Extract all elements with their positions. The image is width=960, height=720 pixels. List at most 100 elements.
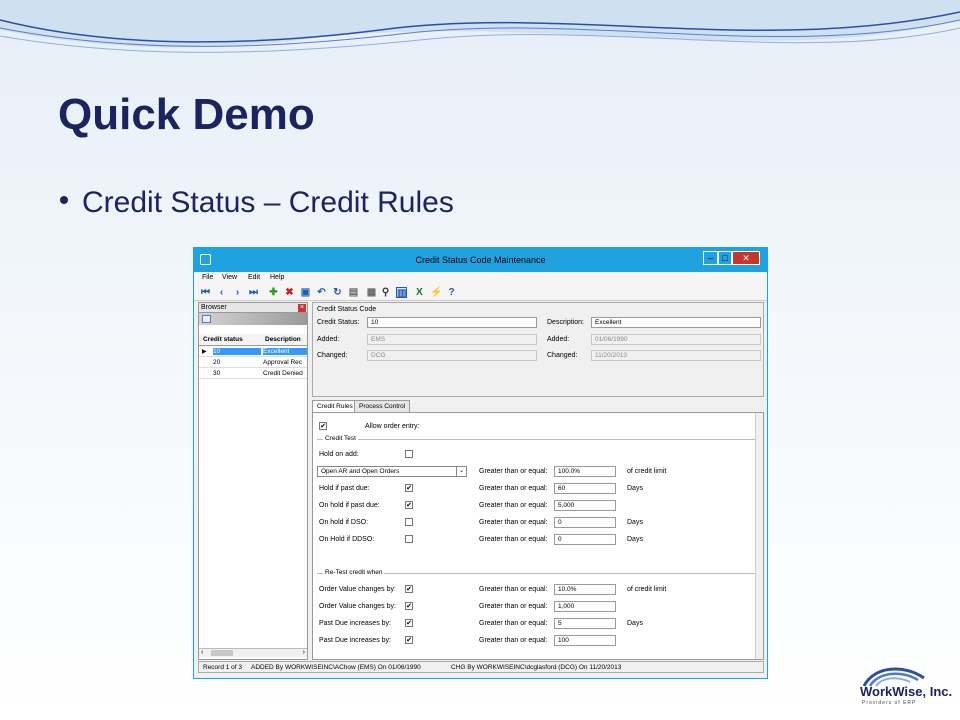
col-description[interactable]: Description	[265, 336, 301, 343]
changed-by-field: DCG	[367, 350, 537, 361]
prev-record-icon[interactable]: ‹	[216, 287, 227, 298]
changed-date-field: 11/20/2013	[591, 350, 761, 361]
added-label: Added:	[317, 336, 340, 343]
past-due-days-field[interactable]: 60	[554, 483, 616, 494]
col-credit-status[interactable]: Credit status	[203, 336, 243, 343]
gte-label: Greater than or equal:	[479, 637, 548, 644]
credit-basis-dropdown[interactable]: Open AR and Open Orders ⌄	[317, 466, 467, 477]
gte-label: Greater than or equal:	[479, 586, 548, 593]
hold-if-past-due-label: Hold if past due:	[319, 485, 370, 492]
help-icon[interactable]: ?	[446, 287, 457, 298]
scroll-thumb[interactable]	[211, 650, 233, 656]
retest-past-due-amt-field[interactable]: 100	[554, 635, 616, 646]
next-record-icon[interactable]: ›	[232, 287, 243, 298]
on-hold-if-past-due-label: On hold if past due:	[319, 502, 380, 509]
add-icon[interactable]: ✚	[268, 287, 279, 298]
credit-status-field[interactable]: 10	[367, 317, 537, 328]
retest-past-due-days-label: Past Due increases by:	[319, 620, 391, 627]
on-hold-if-dso-checkbox[interactable]	[405, 518, 413, 526]
close-button[interactable]: ✕	[732, 251, 760, 265]
on-hold-if-ddso-checkbox[interactable]	[405, 535, 413, 543]
save-icon[interactable]: ▣	[300, 287, 311, 298]
status-changed: CHG By WORKWISEINC\dcglasford (DCG) On 1…	[451, 664, 622, 671]
browser-title: Browser	[201, 304, 227, 311]
menu-file[interactable]: File	[202, 274, 213, 281]
description-field[interactable]: Excellent	[591, 317, 761, 328]
hold-if-past-due-checkbox[interactable]: ✔	[405, 484, 413, 492]
retest-order-value-amt-checkbox[interactable]: ✔	[405, 602, 413, 610]
browser-pane: Browser × Credit status Description ▶ 10…	[198, 302, 308, 660]
maximize-button[interactable]: □	[718, 251, 732, 265]
added-date-field: 01/06/1990	[591, 334, 761, 345]
changed-date-label: Changed:	[547, 352, 578, 359]
last-record-icon[interactable]: ⏭	[248, 287, 259, 298]
credit-status-label: Credit Status:	[317, 319, 360, 326]
row-desc: Approval Rec	[263, 359, 303, 366]
browser-grid: Credit status Description ▶ 10 Excellent…	[199, 334, 307, 379]
menu-edit[interactable]: Edit	[248, 274, 260, 281]
tab-vscroll[interactable]	[755, 413, 763, 659]
minimize-button[interactable]: –	[703, 251, 718, 265]
retest-order-value-pct-label: Order Value changes by:	[319, 586, 396, 593]
dropdown-value: Open AR and Open Orders	[321, 468, 400, 475]
tab-process-control[interactable]: Process Control	[354, 400, 411, 412]
menu-bar: File View Edit Help	[194, 272, 767, 284]
toolbar: ⏮ ‹ › ⏭ ✚ ✖ ▣ ↶ ↻ ▤ ▦ ⚲ ▥ X ⚡ ?	[194, 284, 767, 301]
menu-help[interactable]: Help	[270, 274, 284, 281]
gte-label: Greater than or equal:	[479, 468, 548, 475]
logo-tagline: Providers of ERP	[862, 700, 917, 706]
unit-label: of credit limit	[627, 586, 667, 593]
hold-on-add-checkbox[interactable]	[405, 450, 413, 458]
row-code: 10	[213, 348, 261, 355]
browser-header: Browser ×	[199, 303, 307, 313]
table-row[interactable]: 20 Approval Rec	[199, 357, 307, 368]
browser-close-icon[interactable]: ×	[298, 304, 306, 312]
browser-hscroll[interactable]: ‹ ›	[199, 648, 307, 657]
past-due-amount-field[interactable]: 5,000	[554, 500, 616, 511]
retest-past-due-amt-checkbox[interactable]: ✔	[405, 636, 413, 644]
credit-limit-pct-field[interactable]: 100.0%	[554, 466, 616, 477]
dso-days-field[interactable]: 0	[554, 517, 616, 528]
slide-title: Quick Demo	[58, 90, 315, 139]
document-icon[interactable]: ▤	[348, 287, 359, 298]
layout-icon[interactable]: ▥	[396, 287, 407, 299]
retest-order-value-pct-field[interactable]: 10.0%	[554, 584, 616, 595]
credit-test-group: Credit Test	[317, 435, 761, 549]
print-icon[interactable]: ▦	[366, 287, 377, 298]
group-label: Credit Status Code	[317, 306, 377, 313]
refresh-icon[interactable]: ↻	[332, 287, 343, 298]
app-window: Credit Status Code Maintenance – □ ✕ Fil…	[193, 247, 768, 679]
menu-view[interactable]: View	[222, 274, 237, 281]
retest-order-value-pct-checkbox[interactable]: ✔	[405, 585, 413, 593]
gte-label: Greater than or equal:	[479, 603, 548, 610]
retest-past-due-days-checkbox[interactable]: ✔	[405, 619, 413, 627]
table-row[interactable]: ▶ 10 Excellent	[199, 346, 307, 357]
retest-order-value-amt-label: Order Value changes by:	[319, 603, 396, 610]
unit-label: Days	[627, 485, 643, 492]
browser-strip	[199, 313, 307, 325]
allow-order-entry-checkbox[interactable]: ✔	[319, 422, 327, 430]
find-icon[interactable]: ⚲	[380, 287, 391, 298]
browser-grid-icon[interactable]	[202, 315, 211, 323]
table-row[interactable]: 30 Credit Denied	[199, 368, 307, 379]
row-code: 30	[213, 370, 221, 377]
window-titlebar[interactable]: Credit Status Code Maintenance – □ ✕	[194, 248, 767, 272]
unit-label: of credit limit	[627, 468, 667, 475]
retest-order-value-amt-field[interactable]: 1,000	[554, 601, 616, 612]
gte-label: Greater than or equal:	[479, 519, 548, 526]
added-by-field: EMS	[367, 334, 537, 345]
retest-past-due-days-field[interactable]: 5	[554, 618, 616, 629]
ddso-days-field[interactable]: 0	[554, 534, 616, 545]
row-pointer-icon: ▶	[202, 349, 207, 355]
scroll-left-icon[interactable]: ‹	[201, 649, 203, 656]
lightning-icon[interactable]: ⚡	[430, 287, 442, 298]
window-title: Credit Status Code Maintenance	[415, 255, 546, 265]
on-hold-if-ddso-label: On Hold if DDSO:	[319, 536, 375, 543]
undo-icon[interactable]: ↶	[316, 287, 327, 298]
on-hold-if-past-due-checkbox[interactable]: ✔	[405, 501, 413, 509]
scroll-right-icon[interactable]: ›	[303, 649, 305, 656]
delete-icon[interactable]: ✖	[284, 287, 295, 298]
bullet-dot	[60, 196, 68, 205]
excel-icon[interactable]: X	[414, 287, 425, 298]
first-record-icon[interactable]: ⏮	[200, 287, 211, 298]
